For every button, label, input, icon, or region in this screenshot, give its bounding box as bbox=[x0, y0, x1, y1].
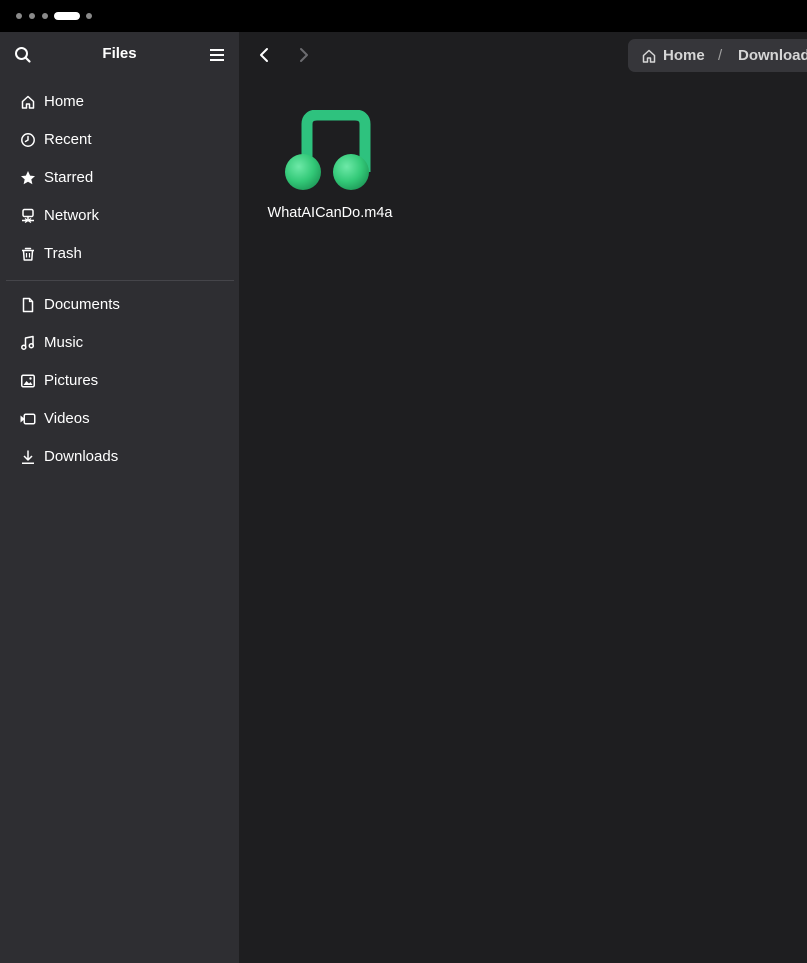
sidebar-item-label: Recent bbox=[44, 131, 92, 148]
sidebar-divider bbox=[6, 280, 234, 281]
sidebar-item-recent[interactable]: Recent bbox=[8, 122, 232, 158]
sidebar-item-videos[interactable]: Videos bbox=[8, 401, 232, 437]
sidebar-item-label: Pictures bbox=[44, 372, 99, 389]
file-item[interactable]: WhatAICanDo.m4a bbox=[257, 106, 403, 232]
video-icon bbox=[20, 411, 36, 427]
breadcrumb-home[interactable]: Home bbox=[663, 47, 705, 64]
sidebar-item-label: Videos bbox=[44, 410, 90, 427]
star-icon bbox=[20, 170, 36, 186]
sidebar-item-label: Starred bbox=[44, 169, 94, 186]
breadcrumb-separator: / bbox=[718, 47, 723, 64]
sidebar-item-label: Documents bbox=[44, 296, 120, 313]
download-icon bbox=[20, 449, 36, 465]
breadcrumb-downloads[interactable]: Downloads bbox=[738, 47, 807, 64]
sidebar-item-documents[interactable]: Documents bbox=[8, 287, 232, 323]
sidebar-header: Files bbox=[0, 32, 239, 78]
sidebar-item-label: Trash bbox=[44, 245, 82, 262]
trash-icon bbox=[20, 246, 36, 262]
home-icon bbox=[641, 48, 657, 64]
sidebar-item-network[interactable]: Network bbox=[8, 198, 232, 234]
file-name: WhatAICanDo.m4a bbox=[267, 205, 393, 221]
sidebar-item-label: Downloads bbox=[44, 448, 119, 465]
back-button[interactable] bbox=[253, 44, 277, 66]
hamburger-menu-icon[interactable] bbox=[206, 44, 228, 66]
picture-icon bbox=[20, 373, 36, 389]
forward-button[interactable] bbox=[291, 44, 315, 66]
sidebar-item-label: Music bbox=[44, 334, 84, 351]
sidebar-item-music[interactable]: Music bbox=[8, 325, 232, 361]
sidebar-item-home[interactable]: Home bbox=[8, 84, 232, 120]
sidebar-item-label: Network bbox=[44, 207, 100, 224]
document-icon bbox=[20, 297, 36, 313]
home-icon bbox=[20, 94, 36, 110]
sidebar-item-pictures[interactable]: Pictures bbox=[8, 363, 232, 399]
music-note-icon bbox=[281, 109, 373, 194]
sidebar-item-label: Home bbox=[44, 93, 85, 110]
workspace-indicator-active[interactable] bbox=[54, 12, 80, 20]
workspace-indicator[interactable] bbox=[42, 13, 48, 19]
sidebar-item-downloads[interactable]: Downloads bbox=[8, 439, 232, 475]
main-content: Home / Downloads WhatAIC bbox=[239, 32, 807, 963]
workspace-indicator[interactable] bbox=[29, 13, 35, 19]
app-title: Files bbox=[102, 45, 137, 62]
workspace-indicator[interactable] bbox=[16, 13, 22, 19]
network-icon bbox=[20, 208, 36, 224]
sidebar: Files Home Recent Starred Network Trash … bbox=[0, 32, 239, 963]
sidebar-item-trash[interactable]: Trash bbox=[8, 236, 232, 272]
workspace-indicator[interactable] bbox=[86, 13, 92, 19]
system-top-bar bbox=[0, 0, 807, 32]
sidebar-item-starred[interactable]: Starred bbox=[8, 160, 232, 196]
music-icon bbox=[20, 335, 36, 351]
clock-icon bbox=[20, 132, 36, 148]
path-bar: Home / Downloads bbox=[628, 39, 807, 72]
